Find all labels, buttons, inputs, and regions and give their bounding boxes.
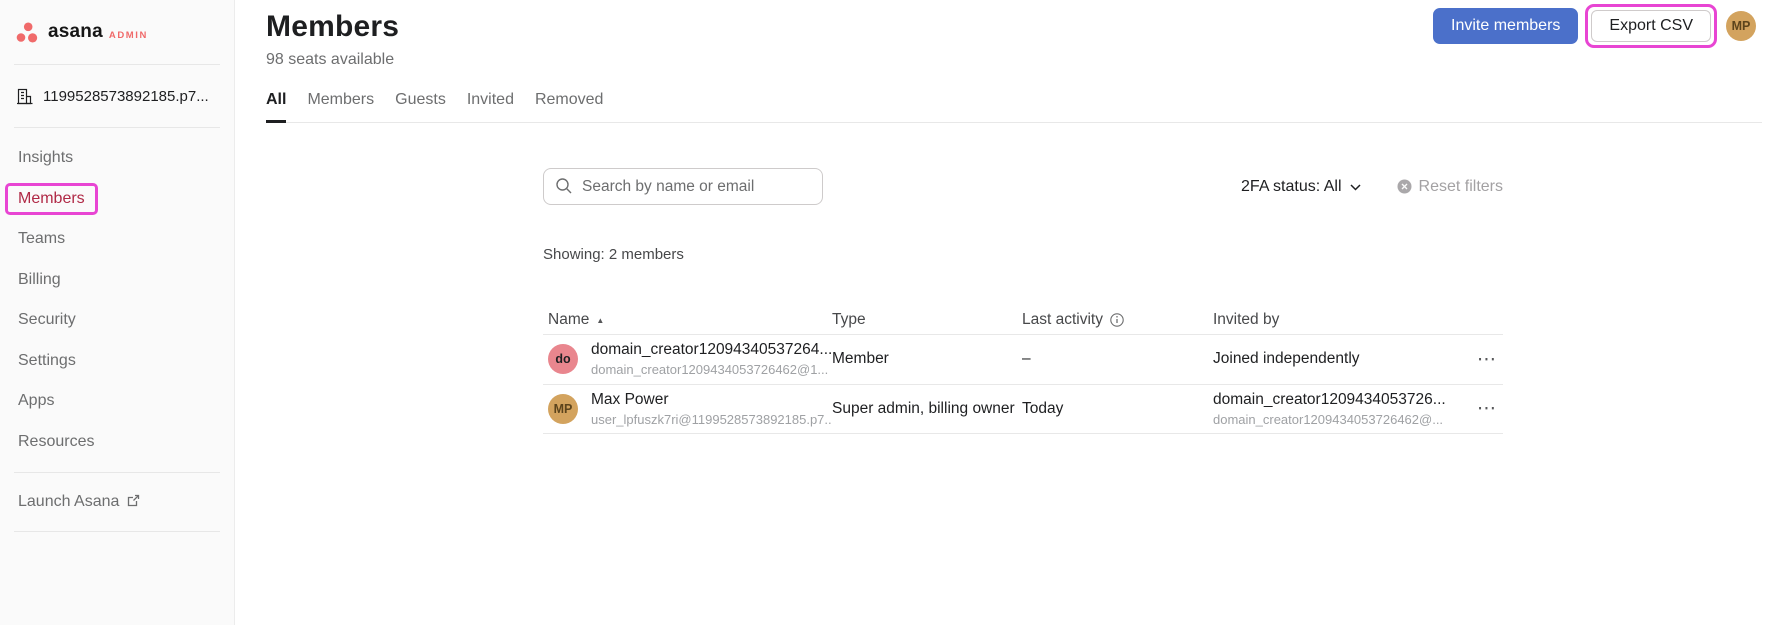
main-content: Members 98 seats available Invite member… [235,0,1786,625]
member-name: domain_creator12094340537264... [591,341,832,359]
brand-name: asana [48,21,103,43]
sidebar-item-settings[interactable]: Settings [0,341,234,382]
info-icon [1110,313,1124,327]
column-header-last-activity[interactable]: Last activity [1022,311,1213,329]
reset-filters-icon [1397,179,1412,194]
member-email: domain_creator1209434053726462@1... [591,362,832,377]
invite-members-button[interactable]: Invite members [1433,8,1578,44]
sidebar-item-label: Resources [18,433,94,451]
sidebar-item-billing[interactable]: Billing [0,260,234,301]
row-menu-button[interactable]: ⋯ [1477,399,1497,418]
sort-ascending-icon: ▲ [596,316,604,325]
table-header: Name ▲ Type Last activity [543,306,1503,335]
sidebar-item-security[interactable]: Security [0,300,234,341]
sidebar: asana ADMIN 1199528573892185.p7... Insig… [0,0,235,625]
header-actions: Invite members Export CSV MP [1433,0,1756,52]
table-row: MP Max Power user_lpfuszk7ri@11995285738… [543,385,1503,435]
admin-label: ADMIN [109,30,148,41]
annotation-highlight-export-csv: Export CSV [1585,4,1717,48]
sidebar-item-label: Teams [18,230,65,248]
member-type: Member [832,350,1022,368]
asana-admin-logo[interactable]: asana ADMIN [0,0,234,64]
member-tabs: All Members Guests Invited Removed [266,91,1762,123]
asana-admin-console: asana ADMIN 1199528573892185.p7... Insig… [0,0,1786,625]
reset-filters-button[interactable]: Reset filters [1397,178,1503,196]
member-name-cell: MP Max Power user_lpfuszk7ri@11995285738… [543,391,832,427]
sidebar-item-insights[interactable]: Insights [0,138,234,179]
export-csv-button[interactable]: Export CSV [1591,10,1711,42]
member-name: Max Power [591,391,832,409]
member-last-activity: – [1022,350,1213,368]
sidebar-item-label: Settings [18,352,76,370]
column-header-type[interactable]: Type [832,311,1022,329]
table-body: do domain_creator12094340537264... domai… [543,335,1503,434]
sidebar-item-apps[interactable]: Apps [0,381,234,422]
user-avatar[interactable]: MP [1726,11,1756,41]
organization-selector[interactable]: 1199528573892185.p7... [0,65,234,127]
organization-icon [16,88,33,105]
tab-members[interactable]: Members [307,91,374,122]
tab-invited[interactable]: Invited [467,91,514,122]
sidebar-item-teams[interactable]: Teams [0,219,234,260]
member-avatar: MP [548,394,578,424]
sidebar-item-label: Apps [18,392,54,410]
sidebar-item-label: Security [18,311,76,329]
sidebar-item-label: Billing [18,271,61,289]
sidebar-item-label: Insights [18,149,73,167]
sidebar-item-launch-asana[interactable]: Launch Asana [0,473,234,531]
table-row: do domain_creator12094340537264... domai… [543,335,1503,385]
annotation-highlight-members: Members [5,183,98,215]
tab-removed[interactable]: Removed [535,91,603,122]
sidebar-item-resources[interactable]: Resources [0,422,234,463]
sidebar-item-members[interactable]: Members [0,179,234,220]
2fa-status-label: 2FA status: All [1241,178,1342,196]
members-table: Name ▲ Type Last activity [543,306,1503,434]
2fa-status-filter[interactable]: 2FA status: All [1241,178,1361,196]
search-input[interactable] [543,168,823,205]
results-summary: Showing: 2 members [543,246,1503,263]
filters-toolbar: 2FA status: All [543,168,1503,205]
reset-filters-label: Reset filters [1419,178,1503,196]
member-invited-by: Joined independently [1213,350,1459,368]
column-header-name[interactable]: Name ▲ [543,311,832,329]
seats-available: 98 seats available [266,51,1786,69]
tab-guests[interactable]: Guests [395,91,446,122]
member-type: Super admin, billing owner [832,400,1022,418]
member-name-cell: do domain_creator12094340537264... domai… [543,341,832,377]
filter-controls: 2FA status: All [1241,178,1503,196]
members-panel: 2FA status: All [543,168,1503,434]
tab-all[interactable]: All [266,91,286,122]
asana-logo-icon [16,22,40,43]
external-link-icon [127,494,140,507]
member-avatar: do [548,344,578,374]
row-menu-button[interactable]: ⋯ [1477,350,1497,369]
sidebar-divider [14,531,220,532]
launch-asana-label: Launch Asana [18,493,119,511]
member-email: user_lpfuszk7ri@1199528573892185.p7... [591,412,832,427]
chevron-down-icon [1350,184,1361,191]
column-header-invited-by[interactable]: Invited by [1213,311,1459,329]
search-icon [555,177,573,195]
page-header: Members 98 seats available Invite member… [235,0,1786,69]
sidebar-nav: Insights Members Teams Billing Security … [0,128,234,472]
member-invited-by: domain_creator1209434053726... domain_cr… [1213,391,1459,427]
search-box [543,168,823,205]
member-last-activity: Today [1022,400,1213,418]
organization-id: 1199528573892185.p7... [43,88,209,105]
